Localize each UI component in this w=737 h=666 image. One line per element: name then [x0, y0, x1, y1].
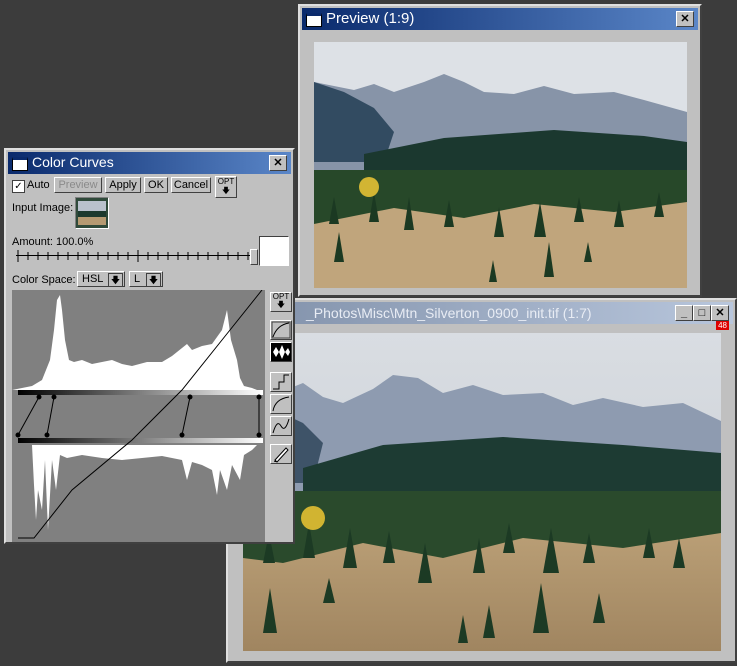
main-image-window[interactable]: _Photos\Misc\Mtn_Silverton_0900_init.tif…: [226, 298, 737, 663]
slider-ticks: [17, 250, 249, 262]
curve-options-button[interactable]: OPT 🡇: [270, 292, 292, 312]
ok-button[interactable]: OK: [144, 177, 168, 193]
minimize-button[interactable]: _: [675, 305, 693, 321]
amount-label: Amount: 100.0%: [12, 236, 94, 248]
preview-photo: [314, 42, 687, 288]
color-space-select[interactable]: HSL 🡇: [77, 271, 125, 287]
curves-close-button[interactable]: ✕: [269, 155, 287, 171]
amount-slider-thumb[interactable]: [250, 249, 258, 265]
curve-icon: [271, 321, 291, 339]
dropdown-arrow-icon: 🡇: [146, 273, 161, 287]
input-gradient-bar: [18, 390, 263, 395]
amount-color-swatch: [259, 236, 289, 266]
color-space-value: HSL: [82, 273, 104, 285]
output-gradient-bar: [18, 438, 263, 443]
zoom-badge: 48: [716, 321, 729, 330]
window-icon: [306, 13, 322, 27]
smooth-curve-icon: [272, 396, 290, 412]
color-curves-window[interactable]: Color Curves ✕ ✓ Auto Preview Apply OK C…: [4, 148, 295, 544]
options-button[interactable]: OPT 🡇: [215, 176, 237, 198]
curves-graph[interactable]: [12, 290, 265, 542]
step-curve-icon: [273, 374, 289, 390]
channel-select[interactable]: L 🡇: [129, 271, 163, 287]
smooth-curve-button[interactable]: [270, 394, 292, 414]
dropdown-arrow-icon: 🡇: [108, 273, 123, 287]
preview-button[interactable]: Preview: [54, 177, 102, 193]
preview-titlebar[interactable]: Preview (1:9) ✕: [302, 8, 698, 30]
window-icon: [12, 157, 28, 171]
preview-window[interactable]: Preview (1:9) ✕: [298, 4, 702, 297]
preview-close-button[interactable]: ✕: [676, 11, 694, 27]
preview-title: Preview (1:9): [326, 10, 415, 27]
histogram-icon: [273, 345, 290, 359]
landscape-photo: [243, 333, 721, 651]
options-label: OPT: [217, 177, 235, 186]
apply-button[interactable]: Apply: [105, 177, 141, 193]
color-curves-titlebar[interactable]: Color Curves ✕: [8, 152, 291, 174]
curve-preset-button[interactable]: [270, 320, 292, 340]
amount-slider[interactable]: [16, 248, 258, 265]
color-curves-title: Color Curves: [32, 154, 114, 170]
input-image-label: Input Image:: [12, 202, 74, 214]
close-button[interactable]: ✕: [711, 305, 729, 321]
s-curve-button[interactable]: [270, 416, 292, 436]
step-curve-button[interactable]: [270, 372, 292, 392]
pencil-tool-button[interactable]: [270, 444, 292, 464]
auto-checkbox[interactable]: ✓: [12, 180, 25, 193]
auto-label: Auto: [27, 179, 50, 191]
cancel-button[interactable]: Cancel: [171, 177, 211, 193]
main-window-title: _Photos\Misc\Mtn_Silverton_0900_init.tif…: [306, 305, 592, 321]
input-image-thumbnail[interactable]: [75, 197, 109, 229]
histogram-toggle-button[interactable]: [270, 342, 292, 362]
s-curve-icon: [272, 418, 290, 434]
down-arrow-icon: 🡇: [221, 186, 231, 195]
color-space-label: Color Space:: [12, 274, 76, 286]
down-arrow-icon: 🡇: [276, 300, 286, 309]
channel-value: L: [134, 273, 141, 285]
pencil-icon: [274, 447, 289, 463]
maximize-button[interactable]: □: [693, 305, 711, 321]
main-window-titlebar[interactable]: _Photos\Misc\Mtn_Silverton_0900_init.tif…: [230, 302, 733, 324]
